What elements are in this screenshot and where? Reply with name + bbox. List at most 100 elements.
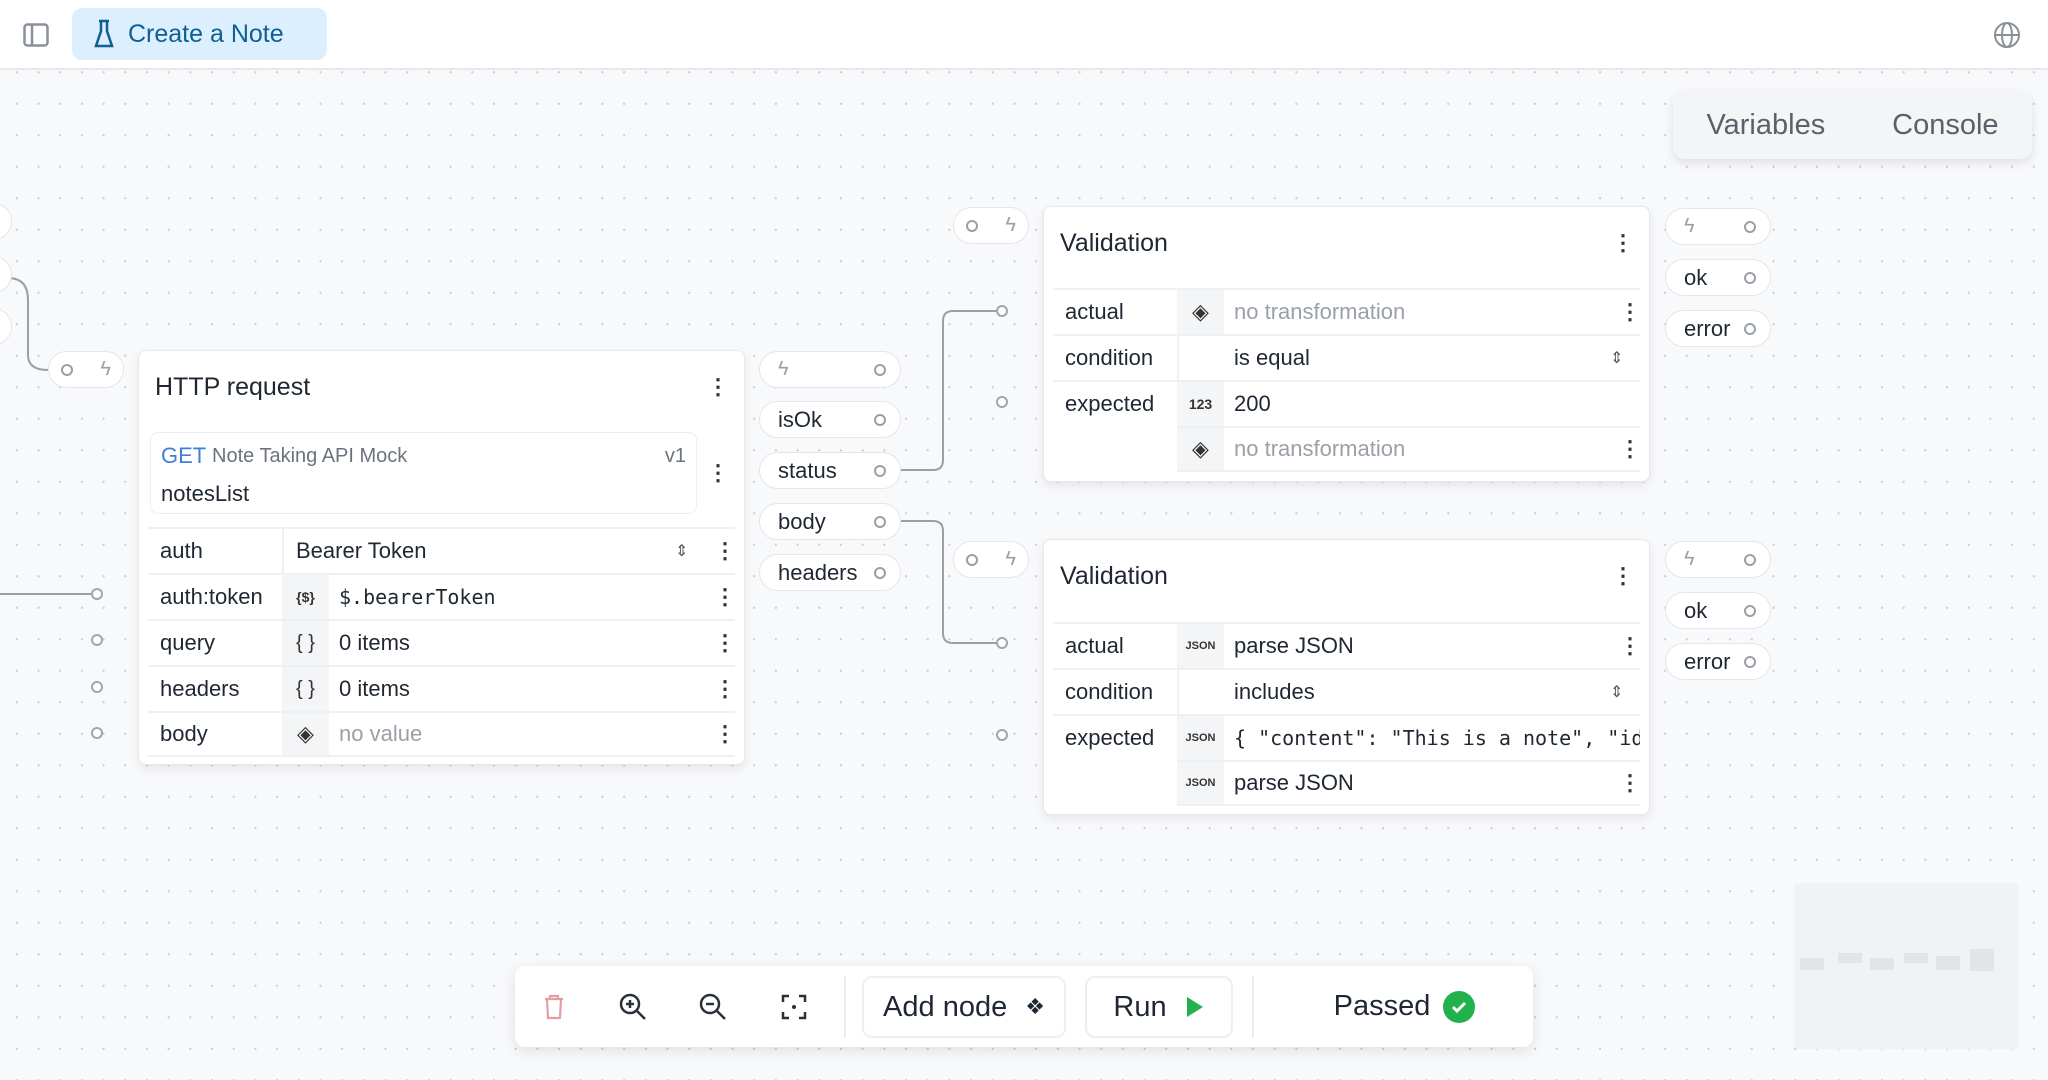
expected-value[interactable]: { "content": "This is a note", "id [1224,726,1640,750]
condition-select[interactable]: includes [1224,679,1610,705]
actual-port[interactable] [996,305,1008,317]
validation2-output-ok[interactable]: ok [1665,592,1771,629]
expected-port[interactable] [996,396,1008,408]
api-name: Note Taking API Mock [212,445,408,467]
output-port[interactable] [874,566,886,579]
http-request-node[interactable]: HTTP request ⋮ GET Note Taking API Mock … [138,350,745,765]
node-menu-icon[interactable]: ⋮ [1612,231,1634,255]
validation1-trigger-output[interactable]: ϟ [1665,208,1771,245]
fit-view-button[interactable] [778,966,810,1047]
minimap[interactable] [1794,883,2018,1049]
output-port[interactable] [1744,553,1756,566]
delete-button[interactable] [539,966,569,1047]
body-port[interactable] [91,727,103,739]
edge-left-to-http [7,277,49,371]
row-menu-icon[interactable]: ⋮ [714,722,736,746]
output-label: body [778,508,826,534]
output-port[interactable] [874,515,886,528]
expected-transform[interactable]: no transformation [1224,436,1620,462]
zoom-in-button[interactable] [617,966,649,1047]
select-chevrons-icon: ⇕ [675,543,689,560]
param-row-body: body ◈ no value ⋮ [148,711,736,757]
row-menu-icon[interactable]: ⋮ [714,585,736,609]
output-headers[interactable]: headers [759,554,901,591]
input-port[interactable] [61,363,73,376]
number-type-icon: 123 [1177,382,1224,426]
http-trigger-output[interactable]: ϟ [759,351,901,388]
globe-icon[interactable] [1993,21,2021,49]
add-node-button[interactable]: Add node ❖ [862,976,1066,1038]
tab-variables[interactable]: Variables [1706,109,1825,142]
actual-transform[interactable]: no transformation [1224,299,1620,325]
body-value[interactable]: no value [329,721,715,747]
actual-row: actual ◈ no transformation ⋮ [1053,288,1641,334]
output-port[interactable] [874,464,886,477]
tab-create-a-note[interactable]: Create a Note [72,8,327,60]
node-menu-icon[interactable]: ⋮ [707,375,729,399]
output-status[interactable]: status [759,452,901,489]
zoom-out-button[interactable] [697,966,729,1047]
divider [844,976,846,1038]
expected-port[interactable] [996,729,1008,741]
query-port[interactable] [91,634,103,646]
bottom-toolbar: Add node ❖ Run Passed [515,966,1533,1047]
lightning-icon: ϟ [778,358,789,380]
output-label: ok [1684,264,1708,290]
output-port[interactable] [1744,322,1756,335]
lightning-icon: ϟ [1005,548,1016,570]
tab-title: Create a Note [128,19,284,48]
input-port[interactable] [966,553,978,566]
sidebar-toggle-icon[interactable] [23,23,49,47]
output-isok[interactable]: isOk [759,401,901,438]
auth-token-port[interactable] [91,588,103,600]
expected-transform[interactable]: parse JSON [1224,770,1620,796]
expected-transform-row: ◈ no transformation ⋮ [1177,426,1641,472]
lightning-icon: ϟ [1684,548,1695,570]
validation1-output-error[interactable]: error [1665,310,1771,347]
validation1-output-ok[interactable]: ok [1665,259,1771,296]
actual-transform[interactable]: parse JSON [1224,633,1620,659]
output-port[interactable] [1744,271,1756,284]
row-menu-icon[interactable]: ⋮ [1619,437,1641,461]
validation2-output-error[interactable]: error [1665,643,1771,680]
output-body[interactable]: body [759,503,901,540]
output-port[interactable] [874,413,886,426]
endpoint-menu-icon[interactable]: ⋮ [707,461,729,485]
row-menu-icon[interactable]: ⋮ [1619,300,1641,324]
input-port[interactable] [966,219,978,232]
auth-token-value[interactable]: $.bearerToken [329,585,715,609]
headers-port[interactable] [91,681,103,693]
node-title: HTTP request [155,373,311,401]
output-label: ok [1684,597,1708,623]
node-menu-icon[interactable]: ⋮ [1612,564,1634,588]
validation2-trigger-output[interactable]: ϟ [1665,541,1771,578]
zoom-in-icon [619,993,646,1020]
output-port[interactable] [874,363,886,376]
validation2-trigger-input[interactable]: ϟ [953,541,1029,578]
parse-json-icon: JSON [1177,762,1224,804]
tab-console[interactable]: Console [1892,109,1998,142]
headers-value[interactable]: 0 items [329,676,715,702]
run-button[interactable]: Run [1085,976,1233,1038]
actual-port[interactable] [996,637,1008,649]
row-menu-icon[interactable]: ⋮ [714,677,736,701]
row-menu-icon[interactable]: ⋮ [1619,634,1641,658]
condition-select[interactable]: is equal [1224,345,1610,371]
endpoint-card[interactable]: GET Note Taking API Mock v1 notesList [150,432,697,514]
query-value[interactable]: 0 items [329,630,715,656]
http-trigger-input[interactable]: ϟ [48,351,124,388]
row-menu-icon[interactable]: ⋮ [714,539,736,563]
expected-value[interactable]: 200 [1224,391,1640,417]
output-port[interactable] [1744,220,1756,233]
top-bar: Create a Note [0,0,2048,70]
validation-node-1[interactable]: Validation ⋮ actual ◈ no transformation ⋮ c… [1043,206,1650,482]
validation1-trigger-input[interactable]: ϟ [953,207,1029,244]
validation-node-2[interactable]: Validation ⋮ actual JSON parse JSON ⋮ condi… [1043,539,1650,815]
row-menu-icon[interactable]: ⋮ [714,631,736,655]
auth-select[interactable]: Bearer Token [282,529,675,573]
output-port[interactable] [1744,604,1756,617]
check-circle-icon [1443,990,1476,1023]
lightning-icon: ϟ [1684,215,1695,237]
row-menu-icon[interactable]: ⋮ [1619,771,1641,795]
output-port[interactable] [1744,655,1756,668]
